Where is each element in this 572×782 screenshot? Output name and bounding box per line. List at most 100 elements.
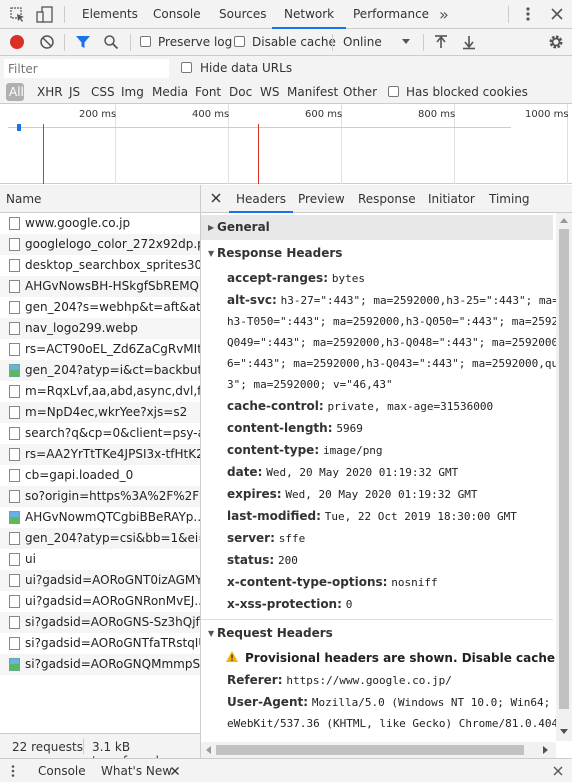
hide-data-urls-checkbox[interactable] — [181, 62, 192, 73]
request-headers-section-header[interactable]: ▼ Request Headers — [201, 621, 553, 646]
request-row[interactable]: rs=ACT90oEL_Zd6ZaCgRvMIt... — [0, 339, 200, 360]
type-filter-font[interactable]: Font — [195, 85, 221, 99]
request-row[interactable]: www.google.co.jp — [0, 213, 200, 234]
network-overview-timeline[interactable]: 200 ms 400 ms 600 ms 800 ms 1000 ms — [0, 104, 572, 184]
drawer-menu-icon[interactable] — [9, 764, 17, 778]
drawer-tab-whats-new[interactable]: What's New — [101, 764, 172, 778]
header-value: h3-27=":443"; ma=2592000,h3-25=":443"; m… — [280, 294, 566, 307]
request-row[interactable]: si?gadsid=AORoGNQMmmpS... — [0, 654, 200, 675]
header-value: Tue, 22 Oct 2019 18:30:00 GMT — [324, 510, 517, 523]
close-detail-icon[interactable] — [210, 192, 222, 204]
request-row[interactable]: gen_204?atyp=i&ct=backbutt... — [0, 360, 200, 381]
scroll-up-arrow-icon[interactable] — [560, 218, 568, 223]
request-name: si?gadsid=AORoGNS-Sz3hQjf... — [25, 615, 200, 629]
horizontal-scrollbar[interactable] — [201, 742, 556, 758]
tab-initiator[interactable]: Initiator — [428, 185, 475, 213]
scroll-left-arrow-icon[interactable] — [206, 746, 211, 754]
tab-timing[interactable]: Timing — [489, 185, 530, 213]
vertical-scrollbar[interactable] — [556, 213, 572, 741]
header-entry: server: sffe — [227, 531, 305, 546]
vertical-scroll-thumb[interactable] — [559, 229, 569, 709]
close-drawer-icon[interactable] — [552, 765, 564, 777]
settings-gear-icon[interactable] — [548, 34, 564, 50]
close-tab-icon[interactable] — [170, 765, 180, 775]
header-entry: expires: Wed, 20 May 2020 01:19:32 GMT — [227, 487, 477, 502]
disable-cache-checkbox[interactable] — [234, 36, 245, 47]
tab-preview[interactable]: Preview — [298, 185, 345, 213]
drawer-tab-console[interactable]: Console — [38, 764, 86, 778]
request-row[interactable]: gen_204?atyp=csi&bb=1&ei=... — [0, 528, 200, 549]
detail-tab-bar: Headers Preview Response Initiator Timin… — [201, 185, 572, 213]
filter-input[interactable] — [4, 59, 169, 78]
request-row[interactable]: AHGvNowsBH-HSkgfSbREMQ... — [0, 276, 200, 297]
request-row[interactable]: nav_logo299.webp — [0, 318, 200, 339]
document-icon — [9, 553, 20, 566]
request-row[interactable]: search?q&cp=0&client=psy-a... — [0, 423, 200, 444]
divider — [64, 6, 65, 23]
request-row[interactable]: si?gadsid=AORoGNTfaTRstqIU... — [0, 633, 200, 654]
tab-network[interactable]: Network — [272, 0, 347, 29]
timeline-tick: 200 ms — [79, 109, 117, 120]
request-row[interactable]: so?origin=https%3A%2F%2Fw... — [0, 486, 200, 507]
type-filter-xhr[interactable]: XHR — [37, 85, 63, 99]
tab-response[interactable]: Response — [358, 185, 416, 213]
type-filter-all-label: All — [9, 85, 24, 99]
request-row[interactable]: si?gadsid=AORoGNS-Sz3hQjf... — [0, 612, 200, 633]
export-har-icon[interactable] — [462, 34, 476, 50]
network-toolbar: Preserve log Disable cache Online — [0, 29, 572, 56]
type-filter-js[interactable]: JS — [69, 85, 80, 99]
scroll-right-arrow-icon[interactable] — [543, 746, 548, 754]
inspect-element-icon[interactable] — [10, 7, 26, 23]
request-row[interactable]: m=RqxLvf,aa,abd,async,dvl,fEV... — [0, 381, 200, 402]
filter-icon[interactable] — [75, 34, 91, 50]
request-name: AHGvNowsBH-HSkgfSbREMQ... — [25, 279, 200, 293]
header-entry: content-length: 5969 — [227, 421, 363, 436]
type-filter-doc[interactable]: Doc — [229, 85, 252, 99]
header-value: 0 — [345, 598, 353, 611]
tab-performance[interactable]: Performance — [353, 0, 429, 29]
scroll-down-arrow-icon[interactable] — [560, 729, 568, 734]
request-row[interactable]: ui?gadsid=AORoGNT0izAGMY... — [0, 570, 200, 591]
request-row[interactable]: ui?gadsid=AORoGNRonMvEJ... — [0, 591, 200, 612]
header-name: date: — [227, 465, 263, 479]
request-row[interactable]: cb=gapi.loaded_0 — [0, 465, 200, 486]
search-icon[interactable] — [103, 34, 119, 50]
header-value: 5969 — [336, 422, 363, 435]
tab-headers[interactable]: Headers — [229, 185, 293, 213]
preserve-log-checkbox[interactable] — [140, 36, 151, 47]
request-row[interactable]: AHGvNowmQTCgbiBBeRAYp... — [0, 507, 200, 528]
clear-icon[interactable] — [39, 34, 55, 50]
document-icon — [9, 217, 20, 230]
type-filter-manifest[interactable]: Manifest — [287, 85, 338, 99]
throttling-select[interactable]: Online — [343, 35, 382, 49]
general-section-header[interactable]: ▶ General — [201, 215, 553, 240]
chevron-down-icon[interactable] — [402, 39, 410, 44]
close-devtools-icon[interactable] — [549, 6, 565, 22]
request-row[interactable]: rs=AA2YrTtTKe4JPSI3x-tfHtK2... — [0, 444, 200, 465]
type-filter-other[interactable]: Other — [343, 85, 377, 99]
response-headers-section-header[interactable]: ▼ Response Headers — [201, 241, 553, 266]
import-har-icon[interactable] — [434, 34, 448, 50]
request-row[interactable]: googlelogo_color_272x92dp.p... — [0, 234, 200, 255]
request-row[interactable]: m=NpD4ec,wkrYee?xjs=s2 — [0, 402, 200, 423]
name-column-header[interactable]: Name — [0, 185, 200, 213]
has-blocked-cookies-checkbox[interactable] — [388, 86, 399, 97]
type-filter-img[interactable]: Img — [121, 85, 144, 99]
horizontal-scroll-thumb[interactable] — [216, 745, 524, 755]
type-filter-ws[interactable]: WS — [260, 85, 279, 99]
record-button[interactable] — [10, 35, 24, 49]
header-value: 200 — [278, 554, 298, 567]
device-toolbar-icon[interactable] — [36, 6, 54, 24]
tab-elements[interactable]: Elements — [82, 0, 138, 29]
tab-console[interactable]: Console — [153, 0, 201, 29]
hide-data-urls-label: Hide data URLs — [200, 61, 293, 75]
request-row[interactable]: ui — [0, 549, 200, 570]
request-row[interactable]: desktop_searchbox_sprites302... — [0, 255, 200, 276]
type-filter-css[interactable]: CSS — [91, 85, 115, 99]
kebab-menu-icon[interactable] — [520, 5, 536, 23]
tab-sources[interactable]: Sources — [219, 0, 266, 29]
header-value: sffe — [278, 532, 306, 545]
request-row[interactable]: gen_204?s=webhp&t=aft&aty... — [0, 297, 200, 318]
type-filter-media[interactable]: Media — [152, 85, 188, 99]
more-tabs-icon[interactable]: » — [439, 5, 449, 24]
